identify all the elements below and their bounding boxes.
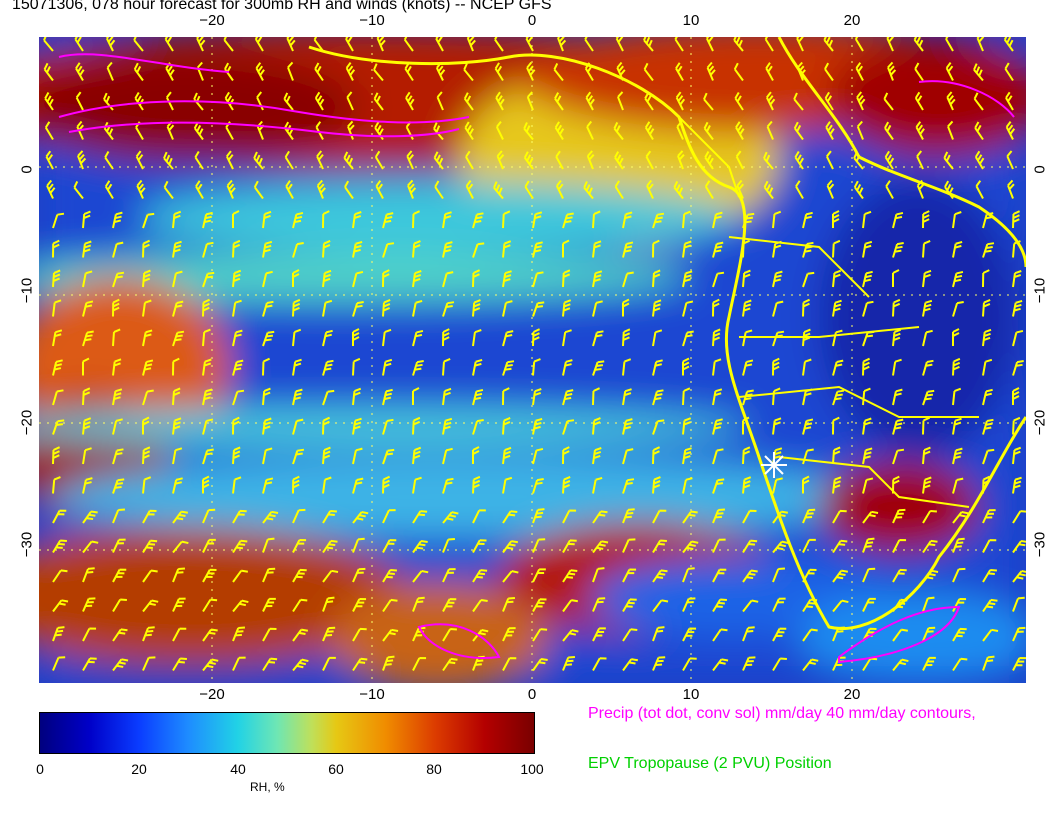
rh-wind-map	[39, 37, 1026, 683]
map-canvas	[39, 37, 1026, 683]
lat-tick-right: −10	[1031, 277, 1049, 304]
colorbar-tick: 0	[36, 761, 44, 777]
lon-tick-top: 10	[682, 12, 700, 29]
lon-tick-top: 0	[527, 12, 537, 29]
lat-tick-left: −30	[18, 531, 36, 558]
lon-tick-bottom: 10	[682, 686, 700, 703]
rh-colorbar	[39, 712, 535, 754]
lon-tick-top: 20	[843, 12, 861, 29]
lon-tick-bottom: −10	[359, 686, 385, 703]
lat-tick-right: 0	[1031, 165, 1049, 174]
lat-tick-right: −30	[1031, 531, 1049, 558]
lon-tick-top: −20	[199, 12, 225, 29]
colorbar-tick: 80	[426, 761, 442, 777]
lat-tick-left: 0	[18, 165, 36, 174]
map-title: 15071306, 078 hour forecast for 300mb RH…	[12, 0, 552, 13]
lon-tick-top: −10	[359, 12, 385, 29]
legend-epv: EPV Tropopause (2 PVU) Position	[588, 755, 832, 772]
lon-tick-bottom: −20	[199, 686, 225, 703]
colorbar-tick: 60	[328, 761, 344, 777]
legend-precip: Precip (tot dot, conv sol) mm/day 40 mm/…	[588, 705, 976, 722]
colorbar-tick: 100	[520, 761, 544, 777]
lat-tick-left: −20	[18, 409, 36, 436]
lat-tick-left: −10	[18, 277, 36, 304]
lon-tick-bottom: 20	[843, 686, 861, 703]
colorbar-tick: 40	[230, 761, 246, 777]
lon-tick-bottom: 0	[527, 686, 537, 703]
colorbar-tick: 20	[131, 761, 147, 777]
lat-tick-right: −20	[1031, 409, 1049, 436]
colorbar-title: RH, %	[250, 780, 285, 794]
